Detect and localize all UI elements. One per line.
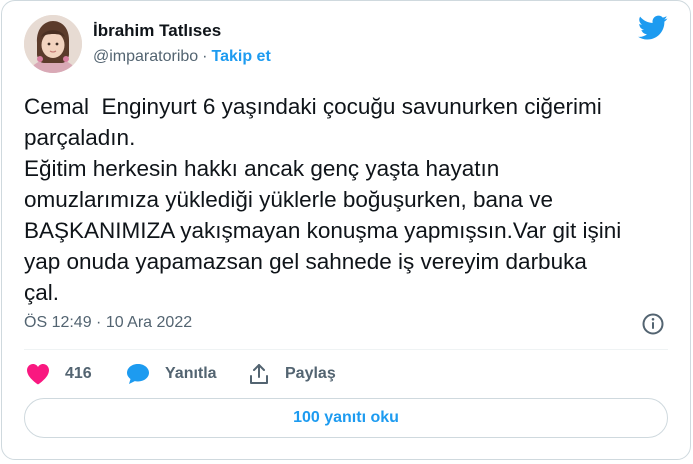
heart-icon [27, 364, 49, 385]
read-replies-button[interactable]: 100 yanıtı oku [24, 398, 668, 438]
info-icon[interactable] [641, 312, 665, 336]
action-bar: 416 Yanıtla Paylaş [24, 359, 664, 389]
author-name[interactable]: İbrahim Tatlıses [93, 21, 221, 41]
like-button[interactable]: 416 [26, 359, 92, 389]
share-button[interactable]: Paylaş [248, 359, 336, 389]
like-count: 416 [65, 365, 92, 382]
divider [24, 349, 668, 350]
share-icon [250, 364, 268, 384]
avatar[interactable] [24, 15, 82, 73]
read-replies-label: 100 yanıtı oku [293, 409, 399, 426]
tweet-card: İbrahim Tatlıses @imparatoribo · Takip et … [1, 0, 691, 460]
tweet-timestamp[interactable]: ÖS 12:49 · 10 Ara 2022 [24, 314, 192, 332]
author-handle[interactable]: @imparatoribo [93, 48, 198, 65]
separator-dot: · [202, 48, 208, 65]
tweet-text: Cemal Enginyurt 6 yaşındaki çocuğu savun… [24, 94, 622, 305]
avatar-image [24, 15, 82, 73]
speech-bubble-icon [127, 364, 149, 384]
twitter-bird-icon[interactable] [638, 15, 668, 41]
share-label: Paylaş [285, 365, 336, 382]
follow-button[interactable]: Takip et [212, 48, 271, 65]
handle-row: @imparatoribo · Takip et [93, 48, 271, 66]
reply-label: Yanıtla [165, 365, 217, 382]
reply-button[interactable]: Yanıtla [126, 359, 217, 389]
